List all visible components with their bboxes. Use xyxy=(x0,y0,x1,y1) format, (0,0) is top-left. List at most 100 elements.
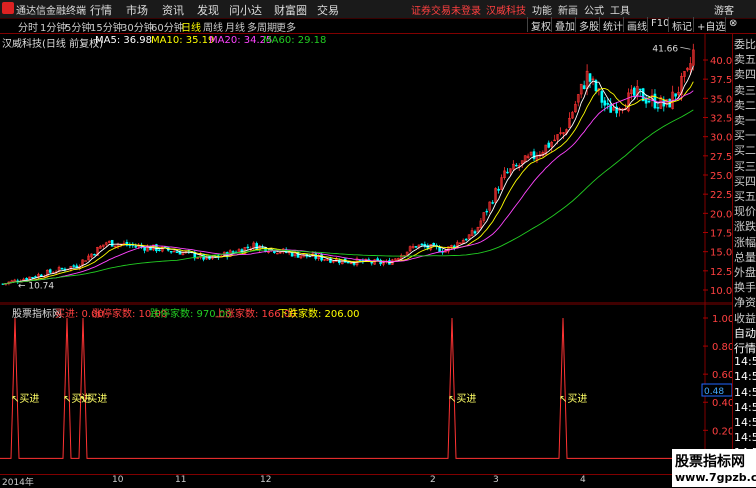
side-panel-item: 换手 xyxy=(734,281,756,295)
x-tick-mar: 3 xyxy=(493,475,499,485)
candle xyxy=(532,148,536,162)
period-1min[interactable]: 1分钟 xyxy=(40,19,66,34)
x-tick-2014: 2014年 xyxy=(2,478,34,488)
menu-item-assistant[interactable]: 问小达 xyxy=(229,2,262,18)
side-panel-item: 买二 xyxy=(734,144,756,158)
candle xyxy=(627,88,630,113)
period-weekly[interactable]: 周线 xyxy=(203,19,223,34)
period-monthly[interactable]: 月线 xyxy=(225,19,245,34)
candle xyxy=(335,256,338,262)
side-panel-item: 买五 xyxy=(734,190,756,203)
y-tick-label: 10.00 xyxy=(710,286,732,297)
menu-formula[interactable]: 公式 xyxy=(584,2,604,17)
menu-item-wealth[interactable]: 财富圈 xyxy=(274,2,307,18)
overlay-button[interactable]: 叠加 xyxy=(551,17,578,33)
x-tick-nov: 11 xyxy=(175,475,187,485)
add-watchlist-button[interactable]: +自选 xyxy=(693,17,728,33)
side-panel-item: 14:50 xyxy=(734,400,756,414)
menu-item-trade[interactable]: 交易 xyxy=(317,2,339,18)
candle xyxy=(494,187,497,204)
candle xyxy=(582,80,586,90)
side-panel-item: 14:50 xyxy=(734,355,756,369)
candle xyxy=(656,103,660,112)
side-panel-item: 外盘 xyxy=(734,266,756,279)
candlestick-chart[interactable]: 40.00 37.50 35.00 32.50 30.00 27.50 25.00 22.50… xyxy=(0,34,732,304)
candle xyxy=(523,155,527,163)
candle xyxy=(107,240,111,244)
period-more[interactable]: 更多 xyxy=(276,19,296,34)
high-price-label: 41.66 xyxy=(652,44,678,54)
candle xyxy=(60,267,64,270)
y-tick-label: 20.00 xyxy=(710,209,732,220)
indicator-y-label: 0.20 xyxy=(712,426,732,437)
candle xyxy=(662,96,666,112)
side-panel-item: 净资 xyxy=(734,296,756,310)
candle xyxy=(276,252,279,255)
candle xyxy=(125,239,129,247)
candle xyxy=(644,94,648,108)
y-tick-label: 25.00 xyxy=(710,171,732,182)
y-tick-label: 35.00 xyxy=(710,94,732,105)
period-30min[interactable]: 30分钟 xyxy=(121,19,154,34)
candle xyxy=(87,253,90,261)
mark-button[interactable]: 标记 xyxy=(668,17,695,33)
login-status[interactable]: 证券交易未登录 xyxy=(411,2,481,17)
candle xyxy=(473,229,477,236)
close-icon[interactable]: ⊗ xyxy=(725,17,740,32)
candle xyxy=(302,253,306,258)
side-panel-item: 买四 xyxy=(734,174,756,188)
date-axis xyxy=(0,474,680,488)
candle xyxy=(432,242,436,246)
current-value-label: 0.48 xyxy=(704,387,724,397)
menu-item-quotes[interactable]: 行情 xyxy=(90,2,112,18)
y-tick-label: 37.50 xyxy=(710,75,732,86)
candle xyxy=(408,245,412,253)
period-daily[interactable]: 日线 xyxy=(181,19,201,34)
menu-function[interactable]: 功能 xyxy=(532,2,552,17)
candle xyxy=(72,264,76,268)
side-panel-item: 自动 xyxy=(734,326,756,340)
x-tick-apr: 4 xyxy=(580,475,586,485)
indicator-chart[interactable]: 1.000.800.600.400.200.000.48↖买进↖买进↖买进↖买进… xyxy=(0,304,732,474)
menu-item-news[interactable]: 资讯 xyxy=(162,2,184,18)
candle xyxy=(110,239,114,247)
side-panel-item: 买三 xyxy=(734,159,756,173)
period-15min[interactable]: 15分钟 xyxy=(90,19,123,34)
menu-item-market[interactable]: 市场 xyxy=(126,2,148,18)
candle xyxy=(576,93,580,107)
menu-tools[interactable]: 工具 xyxy=(610,2,630,17)
candle xyxy=(638,88,642,97)
adjust-button[interactable]: 复权 xyxy=(527,17,554,33)
draw-line-button[interactable]: 画线 xyxy=(623,17,650,33)
candle xyxy=(497,186,500,194)
user-guest[interactable]: 游客 xyxy=(714,2,734,17)
menu-item-discover[interactable]: 发现 xyxy=(197,2,219,18)
period-intraday[interactable]: 分时 xyxy=(18,19,38,34)
stats-button[interactable]: 统计 xyxy=(599,17,626,33)
candle xyxy=(340,259,344,265)
side-panel-item: 总量 xyxy=(734,250,756,264)
menu-new-draw[interactable]: 新画 xyxy=(558,2,578,17)
candle xyxy=(541,150,545,158)
candle xyxy=(458,242,462,245)
period-60min[interactable]: 60分钟 xyxy=(151,19,184,34)
indicator-y-label: 1.00 xyxy=(712,314,732,325)
candle xyxy=(635,79,639,100)
x-tick-feb: 2 xyxy=(430,475,436,485)
side-panel-item: 收益 xyxy=(734,311,756,325)
multi-stock-button[interactable]: 多股 xyxy=(575,17,602,33)
candle xyxy=(332,260,335,264)
y-tick-label: 27.50 xyxy=(710,152,732,163)
candle xyxy=(323,259,326,262)
side-panel-item: 买一 xyxy=(734,129,756,143)
candle xyxy=(500,174,503,191)
candle xyxy=(491,200,495,205)
candle xyxy=(512,160,515,172)
candle xyxy=(506,168,509,174)
period-5min[interactable]: 5分钟 xyxy=(65,19,91,34)
buy-signal-line xyxy=(0,317,700,459)
candle xyxy=(134,243,138,249)
side-panel-item: 现价 xyxy=(734,205,756,219)
period-multi[interactable]: 多周期 xyxy=(247,19,277,34)
current-stock-name: 汉威科技 xyxy=(486,6,526,17)
